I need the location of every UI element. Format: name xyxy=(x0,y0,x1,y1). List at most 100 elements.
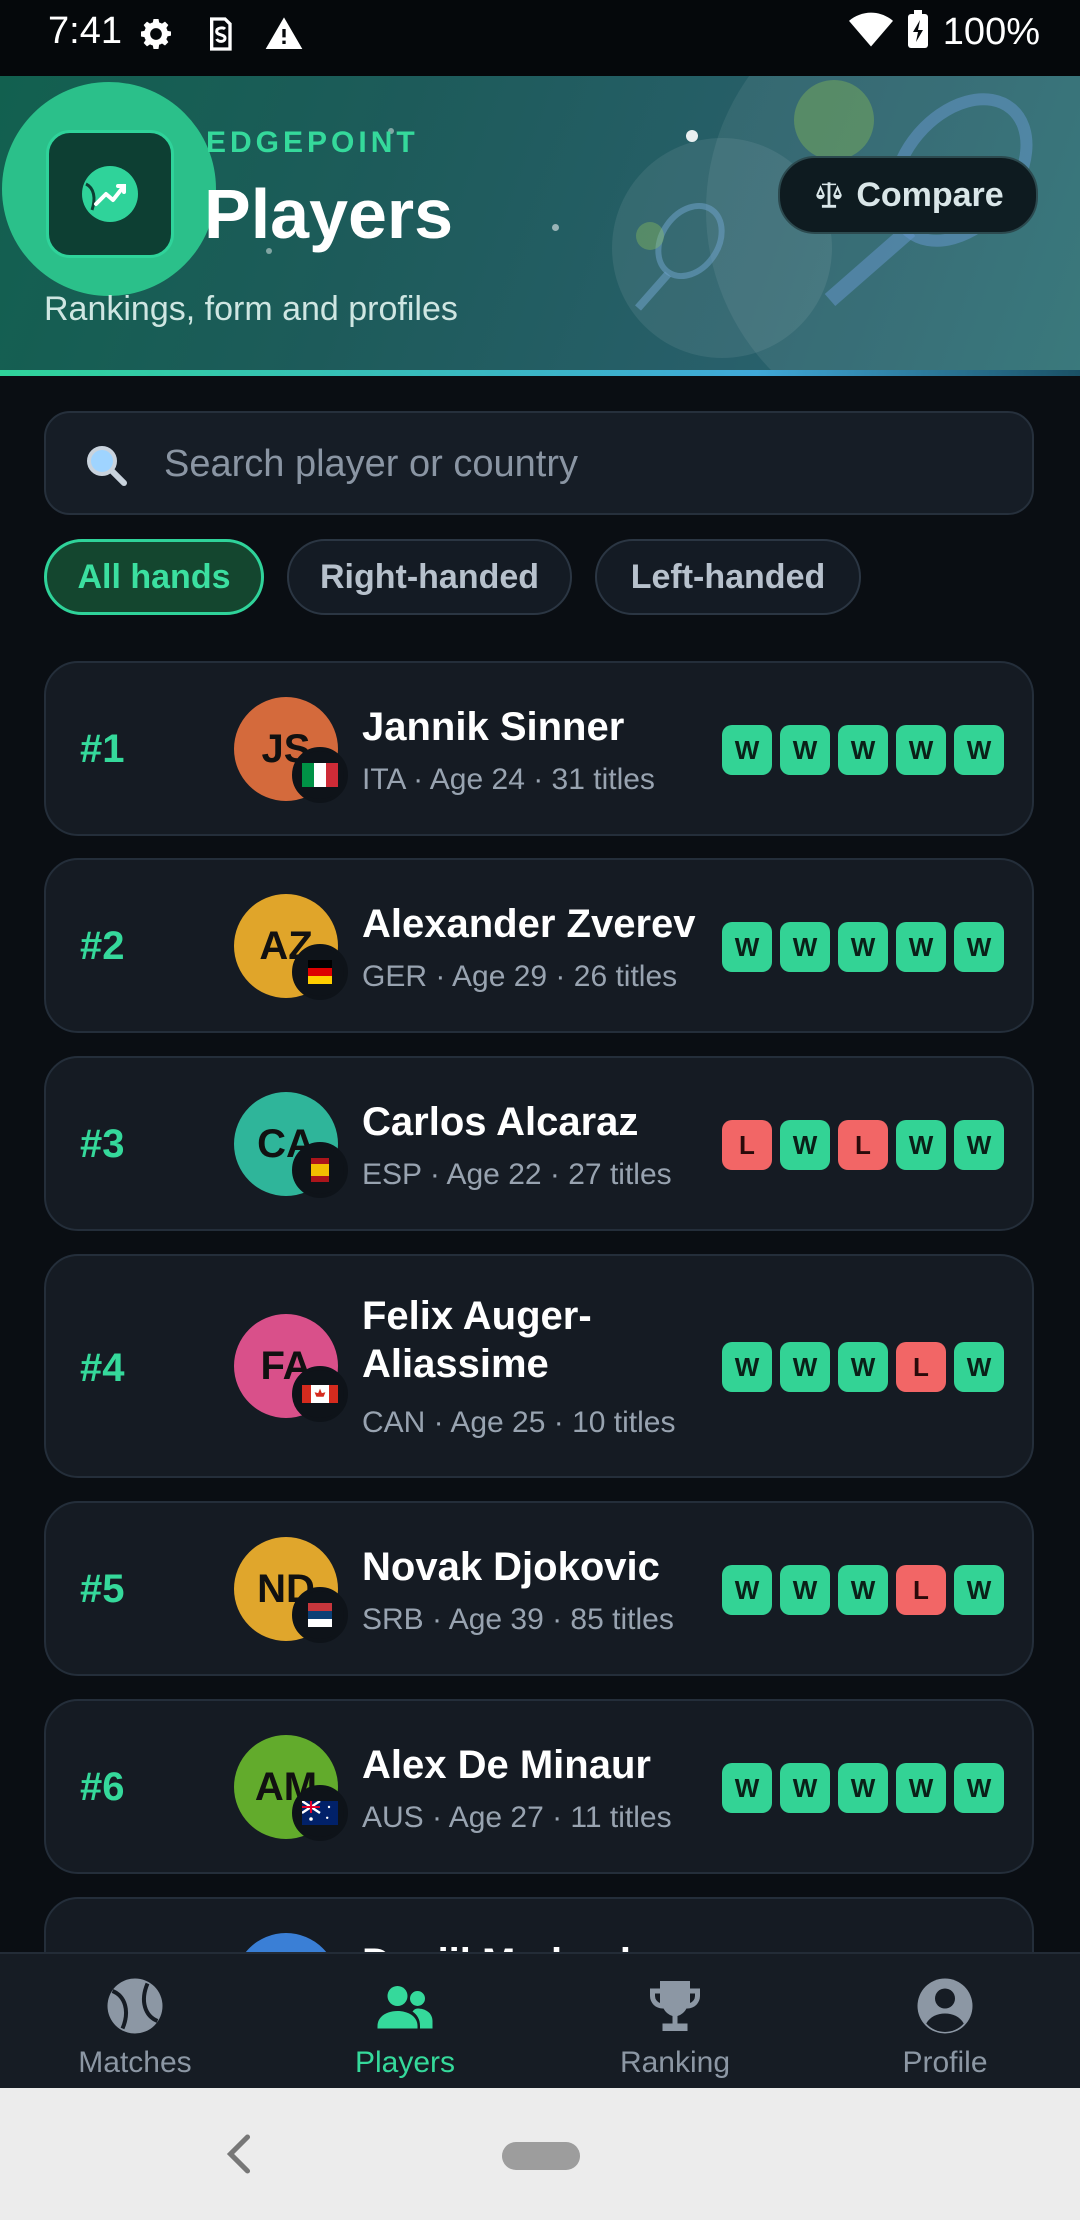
form-badges: W W W L W xyxy=(722,1565,1004,1615)
form-badge: W xyxy=(722,1565,772,1615)
form-badges: W W W W W xyxy=(722,922,1004,972)
form-badge: W xyxy=(954,1763,1004,1813)
nav-ranking[interactable]: Ranking xyxy=(540,1954,810,2090)
player-meta: GER · Age 29 · 26 titles xyxy=(362,960,678,993)
header-divider xyxy=(0,370,1080,376)
system-nav-bar xyxy=(0,2088,1080,2220)
form-badge: W xyxy=(780,1763,830,1813)
player-rank: #1 xyxy=(80,727,125,771)
form-badges: L W L W W xyxy=(722,1120,1004,1170)
form-badge: W xyxy=(896,1120,946,1170)
home-pill[interactable] xyxy=(502,2142,580,2170)
form-badge: W xyxy=(896,922,946,972)
form-badge: W xyxy=(954,922,1004,972)
sim-icon xyxy=(200,14,240,54)
player-card[interactable]: DM Daniil Medvedev xyxy=(44,1897,1034,1952)
filter-label: All hands xyxy=(77,557,231,596)
player-name: Alexander Zverev xyxy=(362,902,696,946)
status-bar: 7:41 100% xyxy=(0,0,1080,76)
form-badge: L xyxy=(838,1120,888,1170)
form-badge: W xyxy=(838,1763,888,1813)
form-badges: W W W L W xyxy=(722,1342,1004,1392)
flag-italy-icon xyxy=(292,747,348,803)
nav-label: Players xyxy=(354,2046,456,2079)
flag-germany-icon xyxy=(292,944,348,1000)
player-card[interactable]: #1 JS Jannik Sinner ITA · Age 24 · 31 ti… xyxy=(44,661,1034,836)
nav-players[interactable]: Players xyxy=(270,1954,540,2090)
warning-icon xyxy=(264,14,304,54)
battery-icon xyxy=(905,10,931,55)
form-badge: W xyxy=(954,1565,1004,1615)
filter-right-handed[interactable]: Right-handed xyxy=(287,539,572,615)
player-name: Jannik Sinner xyxy=(362,705,625,749)
player-meta: AUS · Age 27 · 11 titles xyxy=(362,1801,672,1834)
form-badge: W xyxy=(780,1565,830,1615)
form-badge: W xyxy=(954,1342,1004,1392)
player-rank: #3 xyxy=(80,1122,125,1166)
settings-icon xyxy=(136,14,176,54)
player-avatar: DM xyxy=(234,1933,338,1952)
form-badge: W xyxy=(838,725,888,775)
filter-left-handed[interactable]: Left-handed xyxy=(595,539,861,615)
player-card[interactable]: #4 FA Felix Auger-Aliassime CAN · Age 25… xyxy=(44,1254,1034,1478)
form-badge: W xyxy=(722,922,772,972)
search-input[interactable] xyxy=(162,413,1006,515)
filter-label: Left-handed xyxy=(630,557,826,596)
player-card[interactable]: #6 AM Alex De Minaur AUS · Age 27 · 11 t… xyxy=(44,1699,1034,1874)
form-badge: W xyxy=(954,725,1004,775)
form-badge: W xyxy=(954,1120,1004,1170)
tennis-racket-decor-icon xyxy=(635,202,725,311)
form-badge: L xyxy=(722,1120,772,1170)
player-meta: CAN · Age 25 · 10 titles xyxy=(362,1406,676,1439)
tennis-ball-icon xyxy=(107,1978,163,2034)
compare-label: Compare xyxy=(856,175,1004,214)
form-badge: W xyxy=(780,1120,830,1170)
player-rank: #2 xyxy=(80,924,125,968)
form-badge: W xyxy=(780,1342,830,1392)
form-badge: W xyxy=(838,1565,888,1615)
player-card[interactable]: #3 CA Carlos Alcaraz ESP · Age 22 · 27 t… xyxy=(44,1056,1034,1231)
filter-all-hands[interactable]: All hands xyxy=(44,539,264,615)
form-badge: W xyxy=(838,922,888,972)
flag-spain-icon xyxy=(292,1142,348,1198)
form-badges: W W W W W xyxy=(722,1763,1004,1813)
form-badges: W W W W W xyxy=(722,725,1004,775)
player-card[interactable]: #5 ND Novak Djokovic SRB · Age 39 · 85 t… xyxy=(44,1501,1034,1676)
player-meta: ESP · Age 22 · 27 titles xyxy=(362,1158,672,1191)
form-badge: L xyxy=(896,1565,946,1615)
form-badge: W xyxy=(896,725,946,775)
status-time: 7:41 xyxy=(48,10,122,52)
tennis-ball-logo-icon xyxy=(82,166,138,222)
nav-matches[interactable]: Matches xyxy=(0,1954,270,2090)
form-badge: W xyxy=(780,922,830,972)
player-name: Novak Djokovic xyxy=(362,1545,660,1589)
form-badge: L xyxy=(896,1342,946,1392)
app-logo xyxy=(46,130,174,258)
nav-label: Ranking xyxy=(619,2046,731,2079)
search-bar[interactable] xyxy=(44,411,1034,515)
flag-canada-icon xyxy=(292,1366,348,1422)
player-rank: #6 xyxy=(80,1765,125,1809)
player-meta: ITA · Age 24 · 31 titles xyxy=(362,763,655,796)
battery-percent: 100% xyxy=(942,11,1040,53)
flag-serbia-icon xyxy=(292,1587,348,1643)
nav-label: Matches xyxy=(78,2046,192,2079)
player-meta: SRB · Age 39 · 85 titles xyxy=(362,1603,674,1636)
trophy-icon xyxy=(650,1981,700,2031)
compare-button[interactable]: Compare xyxy=(778,156,1038,234)
bottom-nav: Matches Players Ranking Profile xyxy=(0,1952,1080,2090)
back-chevron-icon[interactable] xyxy=(222,2126,256,2182)
player-name: Alex De Minaur xyxy=(362,1743,651,1787)
nav-profile[interactable]: Profile xyxy=(810,1954,1080,2090)
flag-australia-icon xyxy=(292,1785,348,1841)
form-badge: W xyxy=(896,1763,946,1813)
filter-label: Right-handed xyxy=(319,557,540,596)
player-card[interactable]: #2 AZ Alexander Zverev GER · Age 29 · 26… xyxy=(44,858,1034,1033)
page-subtitle: Rankings, form and profiles xyxy=(44,290,458,328)
player-rank: #5 xyxy=(80,1567,125,1611)
player-name: Daniil Medvedev xyxy=(362,1939,702,1952)
form-badge: W xyxy=(722,1763,772,1813)
search-icon xyxy=(82,441,130,494)
decor-dot xyxy=(552,224,559,231)
player-list[interactable]: #1 JS Jannik Sinner ITA · Age 24 · 31 ti… xyxy=(0,660,1080,1952)
